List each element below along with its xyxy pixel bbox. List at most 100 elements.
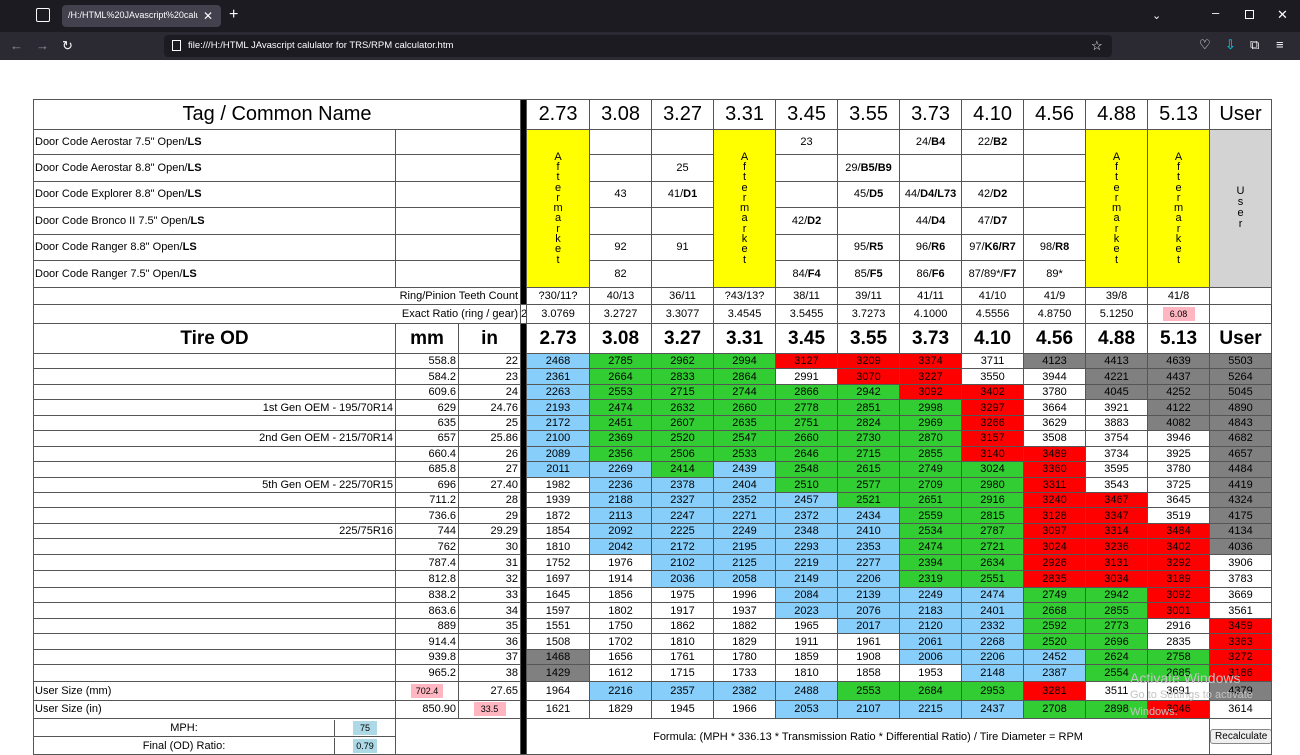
rpm-cell: 3402 [961, 383, 1025, 401]
door-code-label: Door Code Aerostar 7.5" Open/LS [33, 128, 396, 156]
teeth-count-value: 39/11 [837, 286, 901, 306]
rpm-cell: 1750 [589, 617, 653, 635]
rpm-cell: 3140 [961, 445, 1025, 463]
rpm-cell: 2216 [589, 680, 653, 701]
rpm-cell: 2942 [1085, 586, 1149, 604]
door-code-cell: 45/D5 [837, 180, 901, 209]
exact-ratio-value: 5.1250 [1085, 304, 1149, 325]
rpm-cell: 2271 [713, 507, 777, 524]
rpm-cell: 2332 [961, 617, 1025, 635]
door-code-value: 25 [676, 161, 689, 174]
mph-input[interactable]: 75 [353, 720, 377, 735]
rpm-cell: 4657 [1209, 445, 1273, 463]
door-code-value: 82 [614, 267, 627, 280]
rpm-cell: 2646 [775, 445, 839, 463]
final-ratio-input[interactable]: 0.79 [353, 738, 377, 753]
close-window-icon[interactable]: ✕ [1277, 8, 1288, 22]
rpm-cell: 2352 [713, 492, 777, 509]
door-code-spacer [394, 154, 522, 182]
tire-name [33, 586, 396, 604]
rpm-cell: 2042 [589, 538, 653, 555]
tire-size-row: 584.2 23 2361 2664 2833 2864 2991 3070 3227 3550 3… [33, 368, 1273, 385]
forward-icon[interactable]: → [36, 39, 49, 53]
rpm-cell: 2053 [775, 699, 839, 720]
downloads-icon[interactable]: ⇩ [1225, 38, 1236, 52]
teeth-count-value: 40/13 [589, 286, 653, 306]
tab-overview-icon[interactable] [36, 8, 50, 22]
rpm-cell: 3944 [1023, 368, 1087, 385]
recalculate-button[interactable]: Recalculate [1210, 729, 1271, 745]
bookmark-star-icon[interactable]: ☆ [1091, 39, 1103, 53]
door-code-suffix: K6/R7 [984, 241, 1016, 254]
exact-ratio-value: 3.3077 [651, 304, 715, 325]
maximize-icon[interactable] [1245, 10, 1254, 19]
tab-close-icon[interactable]: ✕ [203, 9, 213, 23]
rpm-cell: 2269 [589, 461, 653, 478]
rpm-cell: 2787 [961, 522, 1025, 540]
rpm-cell: 2206 [837, 570, 901, 588]
tire-in: 24.76 [457, 399, 522, 416]
browser-tab-strip: /H:/HTML%20JAvascript%20calulat: ✕ + ⌄ –… [0, 0, 1300, 32]
rpm-cell: 4252 [1147, 383, 1211, 401]
door-code-suffix: F5 [869, 267, 883, 280]
rpm-cell: 2076 [837, 602, 901, 619]
minimize-icon[interactable]: – [1212, 6, 1219, 20]
address-bar[interactable]: file:///H:/HTML JAvascript calulator for… [164, 35, 1112, 57]
rpm-cell: 2559 [899, 507, 963, 524]
user-mm-input[interactable]: 702.4 [411, 683, 443, 698]
door-code-spacer [394, 260, 522, 288]
rpm-cell: 2851 [837, 399, 901, 416]
rpm-cell: 3024 [961, 461, 1025, 478]
user-ratio-input[interactable]: 6.08 [1162, 307, 1195, 322]
door-code-value: 42/ [791, 214, 808, 227]
exact-ratio-value: 4.1000 [899, 304, 963, 325]
pocket-icon[interactable]: ♡ [1199, 38, 1211, 52]
tire-in: 32 [457, 570, 522, 588]
door-code-ls: LS [187, 136, 202, 148]
rpm-cell: 1939 [526, 492, 591, 509]
tire-mm: 965.2 [395, 664, 459, 682]
rpm-cell: 1911 [775, 633, 839, 650]
user-in-input[interactable]: 33.5 [473, 702, 506, 717]
rpm-cell: 2926 [1023, 553, 1087, 572]
tire-name [33, 648, 396, 666]
user-mm-in: 27.65 [457, 680, 522, 701]
list-all-tabs-icon[interactable]: ⌄ [1152, 9, 1161, 23]
rpm-cell: 2011 [526, 461, 591, 478]
rpm-cell: 3363 [1209, 633, 1273, 650]
rpm-cell: 3459 [1209, 617, 1273, 635]
rpm-cell: 2474 [961, 586, 1025, 604]
rpm-cell: 2457 [775, 492, 839, 509]
tire-in: 31 [457, 553, 522, 572]
header-ratio: 3.27 [651, 99, 715, 130]
aftermarket-letter: t [1177, 253, 1181, 266]
mm-header: mm [395, 323, 459, 354]
rpm-cell: 1858 [837, 664, 901, 682]
door-code-value: 24/ [915, 136, 932, 148]
tire-name [33, 553, 396, 572]
extensions-icon[interactable]: ⧉ [1250, 38, 1259, 52]
door-code-ls: LS [190, 214, 205, 227]
rpm-cell: 2833 [651, 368, 715, 385]
door-code-cell [1023, 180, 1087, 209]
rpm-cell: 2100 [526, 430, 591, 447]
rpm-cell: 2113 [589, 507, 653, 524]
rpm-cell: 1802 [589, 602, 653, 619]
browser-tab[interactable]: /H:/HTML%20JAvascript%20calulat: ✕ [62, 5, 221, 27]
tire-ratio-header: 4.88 [1085, 323, 1149, 354]
rpm-cell: 2998 [899, 399, 963, 416]
tire-user-header: User [1209, 323, 1273, 354]
rpm-cell: 3034 [1085, 570, 1149, 588]
reload-icon[interactable]: ↻ [62, 39, 73, 53]
rpm-cell: 4036 [1209, 538, 1273, 555]
new-tab-icon[interactable]: + [229, 7, 238, 23]
door-code-cell [589, 207, 653, 235]
rpm-cell: 2835 [1023, 570, 1087, 588]
tire-mm: 660.4 [395, 445, 459, 463]
exact-ratio-value: 3.5455 [775, 304, 839, 325]
menu-icon[interactable]: ≡ [1276, 38, 1284, 52]
back-icon[interactable]: ← [10, 39, 23, 53]
door-code-ls: LS [182, 267, 197, 280]
tire-size-row: 225/75R16 744 29.29 1854 2092 2225 2249 2348 241… [33, 522, 1273, 540]
tire-header-row: Tire OD mm in 2.73 3.08 3.27 3.31 3.45 3.55 3.73 4… [33, 323, 1273, 755]
